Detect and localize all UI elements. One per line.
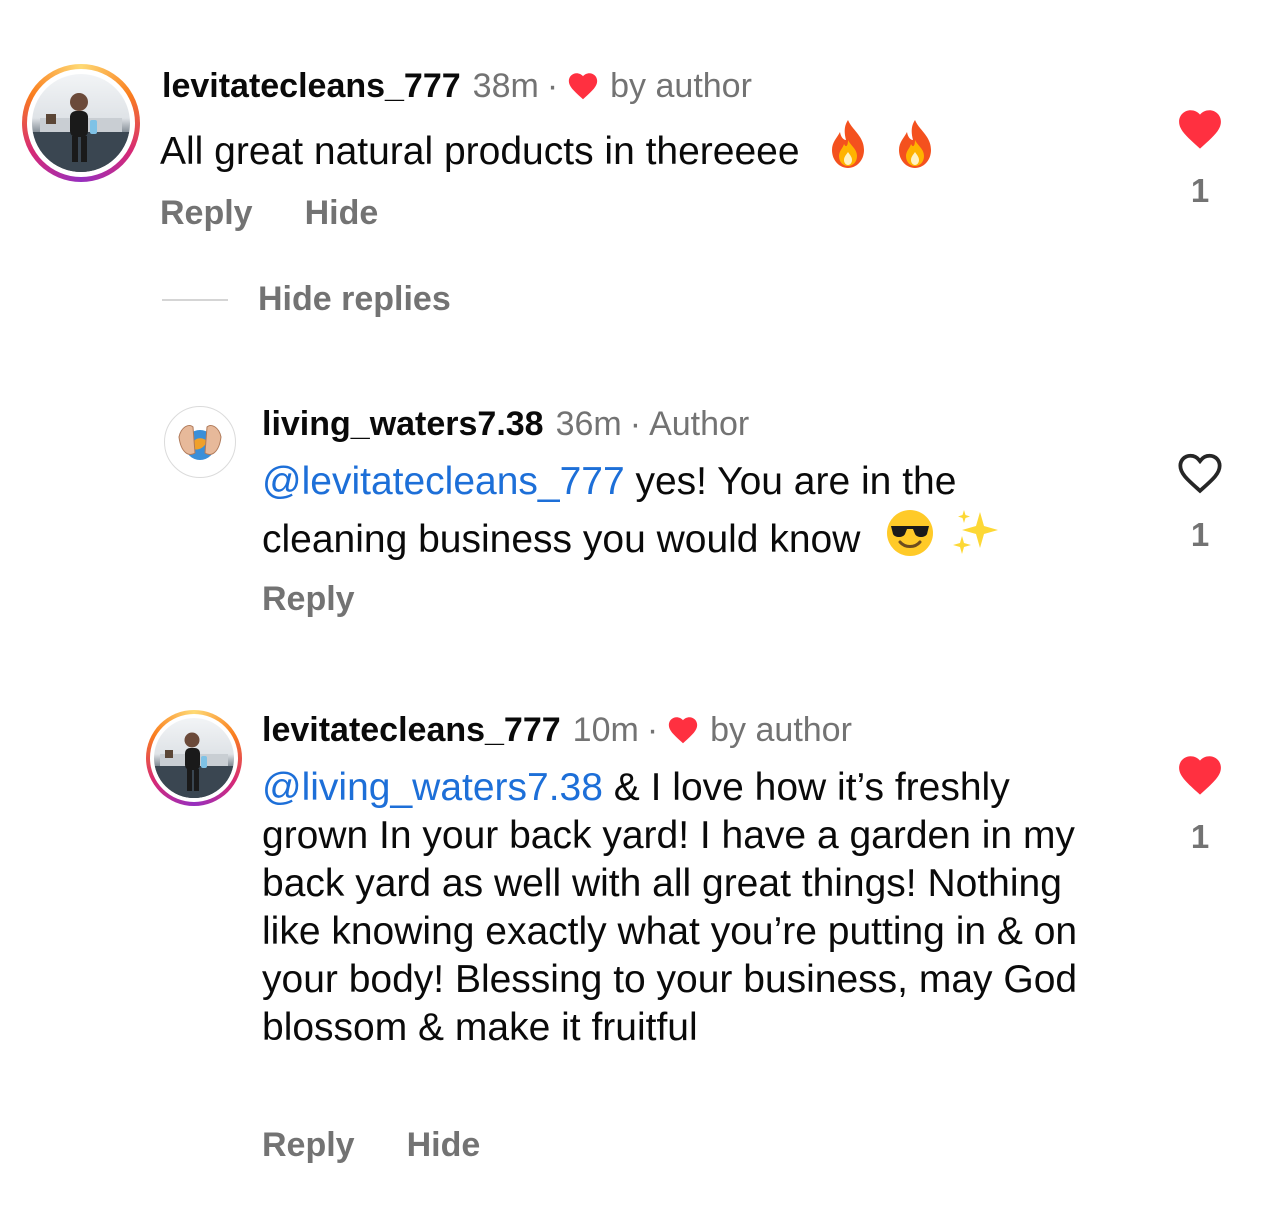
like-count[interactable]: 1 — [1170, 516, 1230, 554]
like-control: 1 — [1170, 448, 1230, 554]
avatar — [154, 718, 234, 798]
heart-icon — [566, 69, 600, 103]
comment-text: @living_waters7.38 & I love how it’s fre… — [262, 766, 1078, 1049]
mention-link[interactable]: @living_waters7.38 — [262, 766, 603, 809]
fire-emoji — [891, 118, 939, 182]
reply-button[interactable]: Reply — [160, 194, 253, 233]
timestamp: 38m — [472, 66, 539, 105]
separator-dot: · — [629, 404, 642, 443]
divider-line — [162, 298, 228, 301]
username[interactable]: levitatecleans_777 — [262, 711, 561, 750]
timestamp: 36m — [555, 404, 622, 443]
reply-button[interactable]: Reply — [262, 580, 355, 619]
heart-icon — [666, 713, 700, 747]
like-count[interactable]: 1 — [1170, 172, 1230, 210]
like-control: 1 — [1170, 750, 1230, 856]
comment-text: @levitatecleans_777 yes! You are in the … — [262, 458, 1082, 570]
comment-meta: living_waters7.38 36m · Author — [262, 402, 749, 446]
comment-meta: levitatecleans_777 10m · by author — [262, 708, 852, 752]
avatar-story-ring[interactable] — [22, 64, 140, 182]
avatar — [32, 74, 130, 172]
comment-actions: Reply — [262, 580, 355, 619]
like-control: 1 — [1170, 104, 1230, 210]
heart-outline-icon[interactable] — [1170, 448, 1230, 494]
comment-text: All great natural products in thereeee — [160, 118, 1120, 182]
hide-button[interactable]: Hide — [305, 194, 379, 233]
smiling-face-with-sunglasses-emoji — [885, 508, 935, 570]
sparkles-emoji — [950, 506, 1002, 570]
avatar[interactable] — [164, 406, 236, 478]
comment-actions: Reply Hide — [160, 194, 378, 233]
username[interactable]: living_waters7.38 — [262, 405, 544, 444]
separator-dot: · — [546, 66, 559, 105]
timestamp: 10m — [572, 710, 639, 749]
heart-filled-icon[interactable] — [1170, 104, 1230, 150]
reply-button[interactable]: Reply — [262, 1126, 355, 1165]
username[interactable]: levitatecleans_777 — [162, 67, 461, 106]
author-badge: Author — [649, 404, 750, 443]
hide-replies-toggle[interactable]: Hide replies — [162, 280, 451, 319]
fire-emoji — [824, 118, 872, 182]
comment-actions: Reply Hide — [262, 1126, 480, 1165]
hide-button[interactable]: Hide — [407, 1126, 481, 1165]
avatar-story-ring[interactable] — [146, 710, 242, 806]
heart-filled-icon[interactable] — [1170, 750, 1230, 796]
separator-dot: · — [646, 710, 659, 749]
mention-link[interactable]: @levitatecleans_777 — [262, 460, 625, 503]
comment-meta: levitatecleans_777 38m · by author — [162, 64, 752, 108]
like-count[interactable]: 1 — [1170, 818, 1230, 856]
liked-by-author-label: by author — [610, 66, 752, 105]
hide-replies-label[interactable]: Hide replies — [258, 280, 451, 319]
liked-by-author-label: by author — [710, 710, 852, 749]
